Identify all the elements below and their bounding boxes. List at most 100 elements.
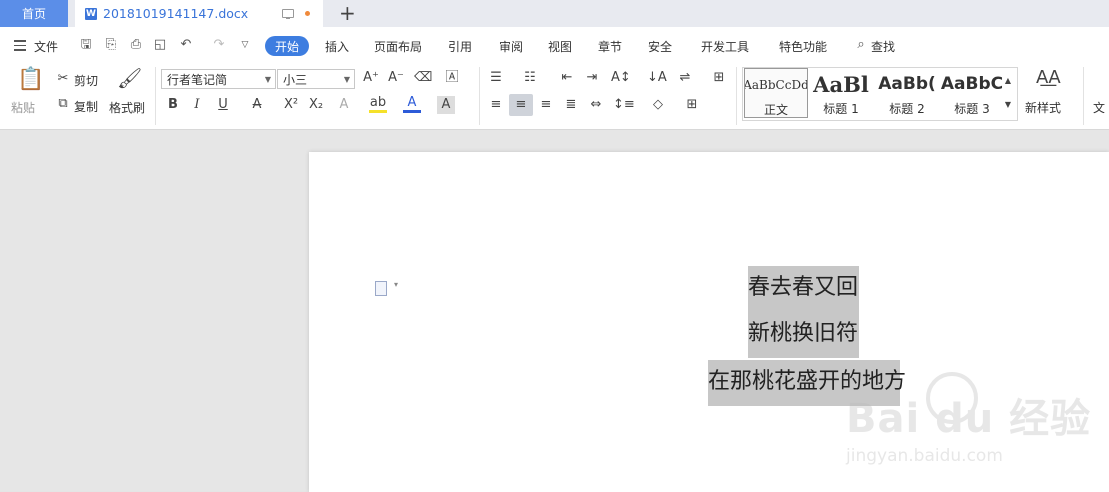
- numbered-list-icon[interactable]: ☷: [521, 69, 539, 87]
- paste-button[interactable]: 粘贴: [11, 99, 35, 116]
- text-direction-icon[interactable]: A↕: [611, 69, 631, 87]
- table-icon[interactable]: ⊞: [710, 69, 728, 87]
- style-label: 标题 1: [823, 102, 859, 116]
- divider: [736, 67, 737, 125]
- tab-insert[interactable]: 插入: [325, 38, 349, 55]
- format-painter-button[interactable]: 格式刷: [109, 99, 145, 116]
- show-marks-icon[interactable]: ⇌: [676, 69, 694, 87]
- style-preview: AaBbC: [941, 74, 1003, 94]
- paste-icon[interactable]: 📋: [17, 69, 44, 91]
- italic-icon[interactable]: I: [188, 96, 206, 114]
- document-tab-title: 20181019141147.docx: [103, 6, 249, 21]
- tab-features[interactable]: 特色功能: [779, 38, 827, 55]
- font-size-select[interactable]: 小三 ▼: [277, 69, 355, 89]
- text-border-icon[interactable]: 🄰: [443, 69, 461, 87]
- gallery-scroll-up-icon[interactable]: ▲: [1002, 72, 1014, 90]
- decrease-indent-icon[interactable]: ⇤: [558, 69, 576, 87]
- style-label: 标题 3: [954, 102, 990, 116]
- font-size-value: 小三: [283, 73, 308, 87]
- grow-font-icon[interactable]: A⁺: [362, 69, 380, 87]
- ribbon: 📋 粘贴 ✂ 剪切 ⧉ 复制 🖌 格式刷 行者笔记简 ▼ 小三 ▼ A⁺ A⁻ ⌫ …: [0, 63, 1109, 130]
- shading-icon[interactable]: ◇: [649, 96, 667, 114]
- borders-icon[interactable]: ⊞: [683, 96, 701, 114]
- style-heading-3[interactable]: AaBbC 标题 3: [941, 68, 1003, 118]
- search-icon: ⌕: [857, 37, 865, 52]
- superscript-icon[interactable]: X²: [282, 96, 300, 114]
- new-style-icon[interactable]: A͟A: [1036, 69, 1061, 87]
- strikethrough-icon[interactable]: A: [248, 96, 266, 114]
- divider: [1083, 67, 1084, 125]
- text-tools-button[interactable]: 文: [1093, 99, 1105, 116]
- document-line[interactable]: 春去春又回: [748, 266, 859, 312]
- watermark-brand: Bai du 经验: [846, 396, 1092, 442]
- tab-start[interactable]: 开始: [265, 36, 309, 56]
- unsaved-dot-icon: [305, 11, 310, 16]
- distribute-icon[interactable]: ⇔: [587, 96, 605, 114]
- tab-view[interactable]: 视图: [548, 38, 572, 55]
- style-preview: AaBl: [813, 71, 869, 97]
- text-effect-icon[interactable]: A: [335, 96, 353, 114]
- document-line[interactable]: 新桃换旧符: [748, 312, 859, 358]
- bullet-list-icon[interactable]: ☰: [487, 69, 505, 87]
- char-shading-icon[interactable]: A: [437, 96, 455, 114]
- new-style-button[interactable]: 新样式: [1025, 99, 1061, 116]
- clear-format-icon[interactable]: ⌫: [414, 69, 432, 87]
- bold-icon[interactable]: B: [164, 96, 182, 114]
- save-icon[interactable]: 🖫: [78, 37, 94, 53]
- scissors-icon: ✂: [57, 71, 69, 86]
- justify-icon[interactable]: ≣: [562, 96, 580, 114]
- style-preview: AaBbCcDd: [745, 78, 807, 92]
- style-heading-1[interactable]: AaBl 标题 1: [809, 68, 873, 118]
- search-command[interactable]: 查找: [871, 38, 895, 55]
- line-spacing-icon[interactable]: ↕≡: [613, 96, 635, 114]
- tab-page-layout[interactable]: 页面布局: [374, 38, 422, 55]
- font-color-icon[interactable]: A: [403, 96, 421, 113]
- align-right-icon[interactable]: ≡: [537, 96, 555, 114]
- align-left-icon[interactable]: ≡: [487, 96, 505, 114]
- style-normal[interactable]: AaBbCcDd 正文: [744, 68, 808, 118]
- highlight-icon[interactable]: ab: [369, 96, 387, 113]
- tab-review[interactable]: 审阅: [499, 38, 523, 55]
- style-preview: AaBb(: [878, 74, 936, 94]
- style-label: 正文: [763, 103, 788, 117]
- customize-dropdown-icon[interactable]: ▽: [237, 37, 253, 53]
- word-doc-icon: W: [85, 7, 97, 20]
- style-heading-2[interactable]: AaBb( 标题 2: [875, 68, 939, 118]
- format-painter-icon[interactable]: 🖌: [117, 68, 142, 88]
- gallery-more-icon[interactable]: ▼: [1002, 96, 1014, 114]
- align-center-icon: ≡: [515, 97, 527, 112]
- font-name-select[interactable]: 行者笔记简 ▼: [161, 69, 276, 89]
- menu-bar: 文件 🖫 ⎘ ⎙ ◱ ↶ ↷ ▽ 开始 插入 页面布局 引用 审阅 视图 章节 …: [0, 27, 1109, 63]
- undo-icon[interactable]: ↶: [178, 37, 194, 53]
- tab-security[interactable]: 安全: [648, 38, 672, 55]
- style-gallery: AaBbCcDd 正文 AaBl 标题 1 AaBb( 标题 2 AaBbC 标…: [742, 67, 1018, 121]
- new-tab-button[interactable]: +: [339, 2, 356, 24]
- tab-bar: 首页 W 20181019141147.docx +: [0, 0, 1109, 27]
- copy-icon: ⧉: [58, 96, 68, 111]
- divider: [479, 67, 480, 125]
- cut-button[interactable]: 剪切: [74, 72, 98, 89]
- shrink-font-icon[interactable]: A⁻: [387, 69, 405, 87]
- tab-home[interactable]: 首页: [0, 0, 68, 27]
- redo-icon[interactable]: ↷: [211, 37, 227, 53]
- font-name-value: 行者笔记简: [167, 73, 228, 87]
- subscript-icon[interactable]: X₂: [307, 96, 325, 114]
- increase-indent-icon[interactable]: ⇥: [583, 69, 601, 87]
- watermark-url: jingyan.baidu.com: [846, 446, 1003, 466]
- monitor-icon[interactable]: [282, 9, 294, 19]
- export-icon[interactable]: ⎘: [103, 37, 119, 53]
- watermark: Bai du 经验 jingyan.baidu.com: [836, 366, 1096, 476]
- hamburger-icon[interactable]: [14, 40, 26, 51]
- tab-document[interactable]: W 20181019141147.docx: [75, 0, 323, 27]
- copy-button[interactable]: 复制: [74, 98, 98, 115]
- tab-developer[interactable]: 开发工具: [701, 38, 749, 55]
- underline-icon[interactable]: U: [214, 96, 232, 114]
- style-label: 标题 2: [889, 102, 925, 116]
- print-icon[interactable]: ⎙: [128, 37, 144, 53]
- tab-references[interactable]: 引用: [448, 38, 472, 55]
- print-preview-icon[interactable]: ◱: [152, 37, 168, 53]
- paragraph-layout-icon[interactable]: [375, 280, 398, 296]
- sort-icon[interactable]: ↓A: [647, 69, 667, 87]
- menu-file[interactable]: 文件: [34, 38, 58, 55]
- tab-chapter[interactable]: 章节: [598, 38, 622, 55]
